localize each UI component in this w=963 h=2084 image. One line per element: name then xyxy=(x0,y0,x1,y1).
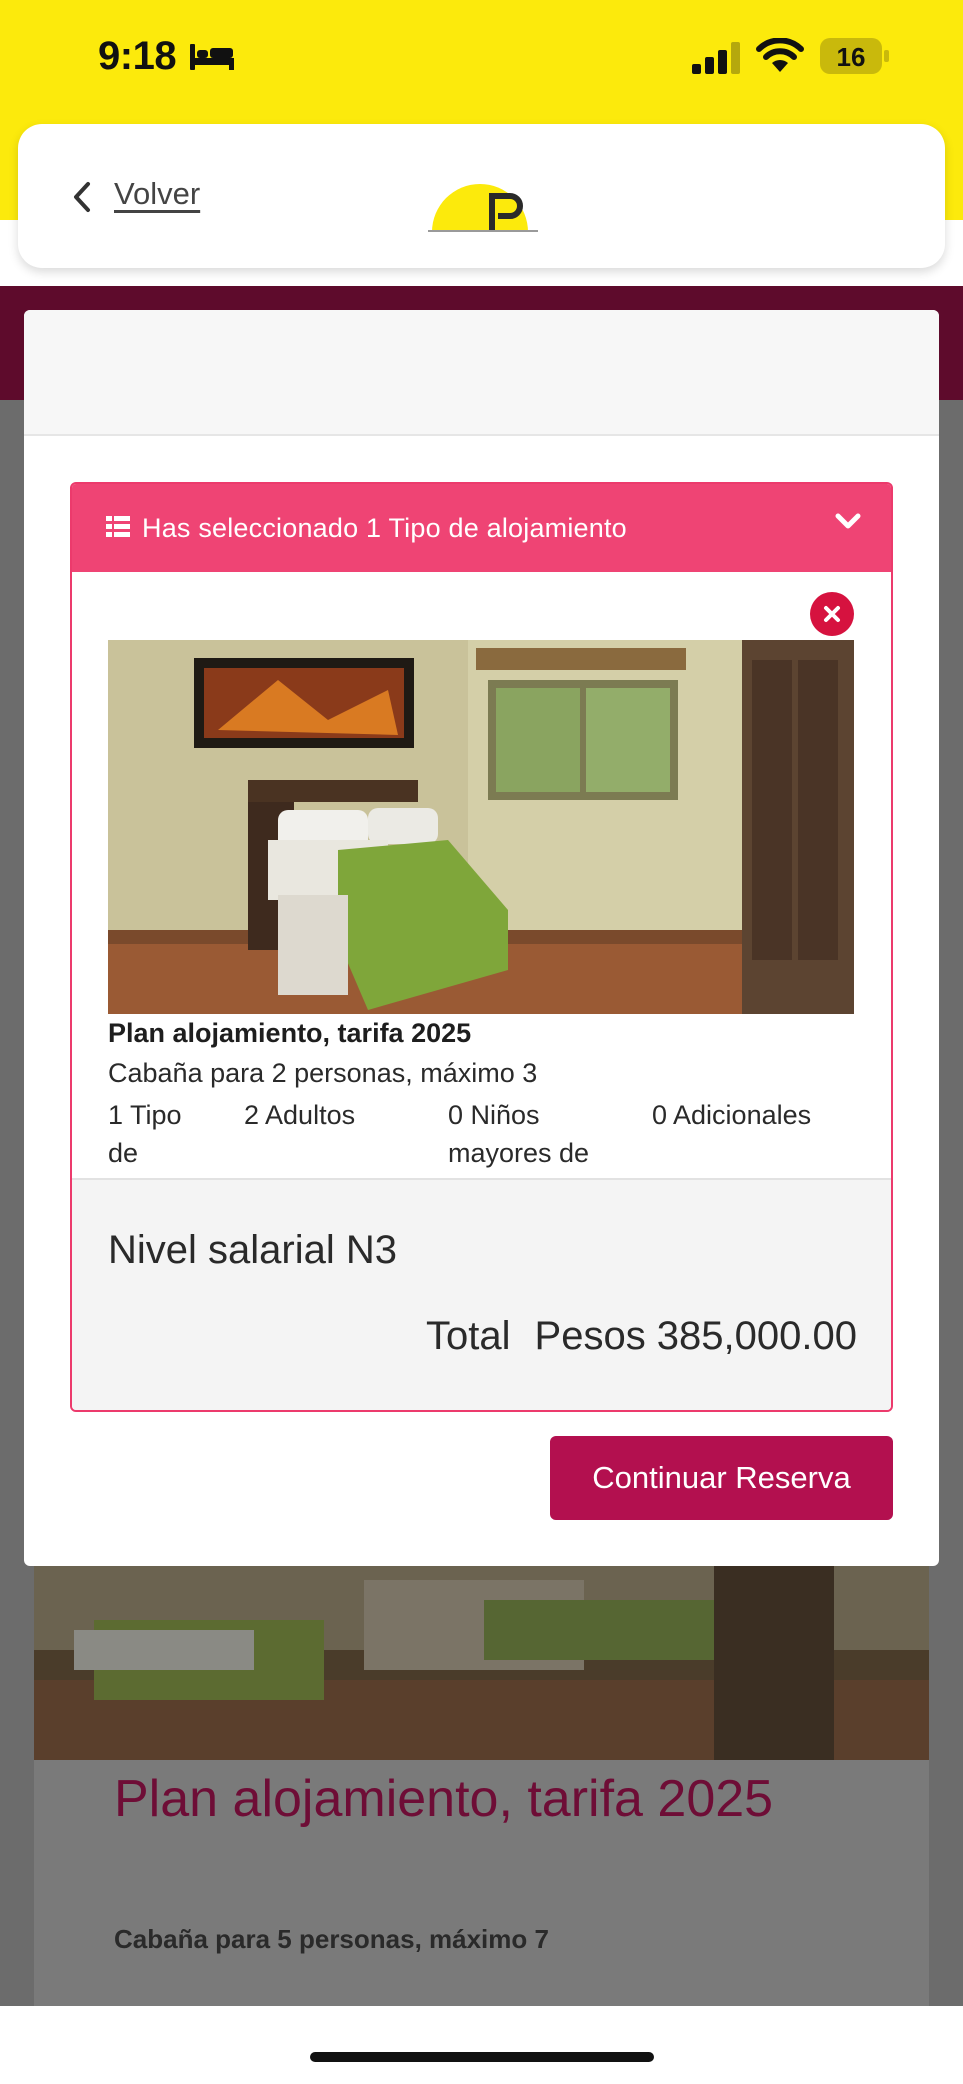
total-row: Total Pesos 385,000.00 xyxy=(426,1314,857,1359)
app-header: Volver xyxy=(18,124,945,268)
chevron-down-icon[interactable] xyxy=(834,512,862,532)
back-link[interactable]: Volver xyxy=(114,176,200,212)
plan-title: Plan alojamiento, tarifa 2025 xyxy=(108,1018,472,1048)
count-additional: 0 Adicionales xyxy=(652,1100,812,1130)
total-label: Total xyxy=(426,1314,511,1358)
price-summary: Nivel salarial N3 Total Pesos 385,000.00 xyxy=(72,1178,891,1410)
status-time: 9:18 xyxy=(98,34,177,78)
wifi-icon xyxy=(756,38,804,72)
count-children: 0 Niños mayores de 7 años xyxy=(448,1100,590,1168)
bed-icon xyxy=(190,44,234,70)
close-icon xyxy=(824,606,840,622)
background-plan-title: Plan alojamiento, tarifa 2025 xyxy=(114,1770,774,1828)
chevron-left-icon[interactable] xyxy=(70,180,92,214)
list-icon xyxy=(106,516,130,537)
modal-header xyxy=(24,310,939,436)
salary-level: Nivel salarial N3 xyxy=(108,1228,397,1272)
logo-icon xyxy=(428,184,538,232)
background-plan-subtitle: Cabaña para 5 personas, máximo 7 xyxy=(114,1924,549,1954)
continue-reservation-button[interactable]: Continuar Reserva xyxy=(550,1436,893,1520)
battery-icon: 16 xyxy=(820,38,890,74)
plan-description: Cabaña para 2 personas, máximo 3 xyxy=(108,1058,538,1088)
count-accommodation: 1 Tipo de alojamiento xyxy=(108,1100,182,1168)
signal-icon xyxy=(692,42,740,74)
background-room-photo xyxy=(34,1560,929,1760)
selection-summary: Has seleccionado 1 Tipo de alojamiento xyxy=(142,513,627,543)
selection-bar[interactable]: Has seleccionado 1 Tipo de alojamiento xyxy=(72,484,891,572)
home-indicator[interactable] xyxy=(310,2052,654,2062)
battery-level: 16 xyxy=(836,42,866,72)
count-adults: 2 Adultos xyxy=(244,1100,356,1130)
home-area xyxy=(0,2006,963,2084)
occupancy-counts: 1 Tipo de alojamiento 2 Adultos 0 Niños … xyxy=(108,1096,854,1174)
remove-item-button[interactable] xyxy=(810,592,854,636)
reservation-modal: Has seleccionado 1 Tipo de alojamiento P… xyxy=(24,310,939,1566)
selection-panel: Has seleccionado 1 Tipo de alojamiento P… xyxy=(70,482,893,1412)
total-value: Pesos 385,000.00 xyxy=(534,1314,857,1358)
room-photo xyxy=(108,640,854,1014)
